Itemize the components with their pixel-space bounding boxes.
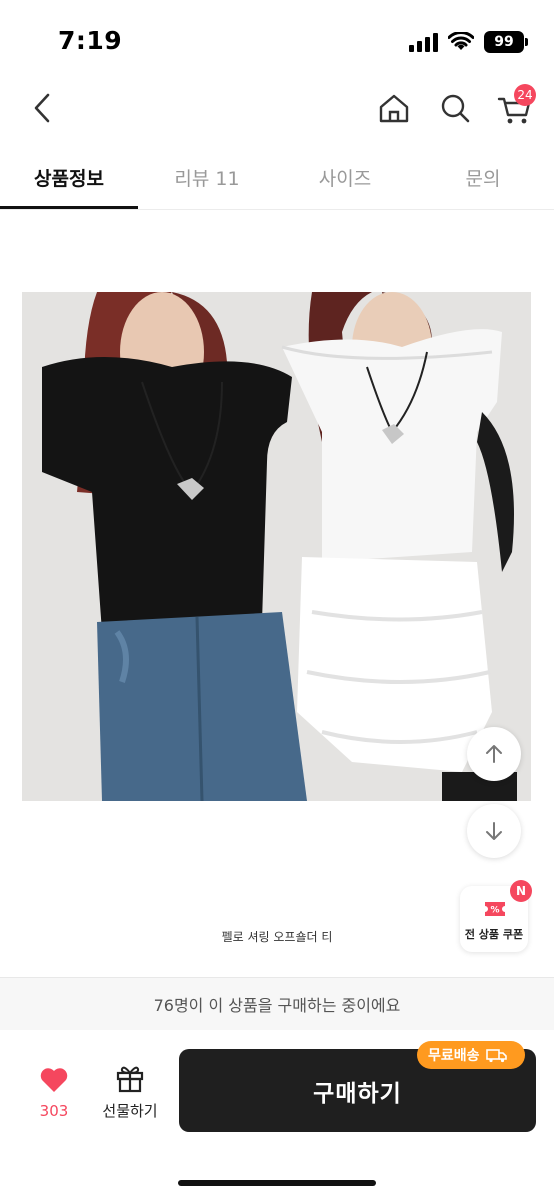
battery-icon: 99 — [484, 31, 528, 53]
gift-icon — [116, 1066, 144, 1093]
like-button[interactable]: 303 — [28, 1064, 80, 1124]
like-count: 303 — [39, 1102, 69, 1120]
home-indicator — [178, 1180, 376, 1186]
free-shipping-badge: 무료배송 — [417, 1041, 525, 1069]
home-icon — [379, 94, 409, 123]
gift-label: 선물하기 — [102, 1102, 158, 1120]
wifi-icon — [448, 32, 474, 50]
tab-product-info[interactable]: 상품정보 — [0, 164, 138, 191]
coupon-new-badge: N — [510, 880, 532, 902]
status-icons: 99 — [409, 31, 528, 53]
arrow-up-icon — [486, 745, 502, 763]
home-button[interactable] — [374, 88, 414, 128]
truck-icon — [485, 1049, 507, 1063]
status-time: 7:19 — [58, 26, 123, 55]
chevron-left-icon — [34, 93, 50, 123]
heart-icon — [40, 1068, 68, 1092]
arrow-down-icon — [486, 822, 502, 840]
buyer-count-banner: 76명이 이 상품을 구매하는 중이에요 — [0, 978, 554, 1030]
gift-button[interactable]: 선물하기 — [96, 1062, 164, 1122]
coupon-icon: % — [485, 902, 505, 916]
tab-bar: 상품정보 리뷰 11 사이즈 문의 — [0, 148, 554, 210]
search-icon — [441, 94, 470, 123]
cellular-signal-icon — [409, 32, 438, 52]
nav-bar — [0, 80, 554, 140]
free-shipping-label: 무료배송 — [428, 1048, 480, 1064]
back-button[interactable] — [24, 88, 60, 128]
scroll-up-button[interactable] — [467, 727, 521, 781]
tab-size[interactable]: 사이즈 — [276, 164, 414, 191]
cart-count-badge: 24 — [514, 84, 536, 106]
active-tab-indicator — [0, 206, 138, 209]
scroll-down-button[interactable] — [467, 804, 521, 858]
tab-inquiry[interactable]: 문의 — [414, 164, 552, 191]
tab-reviews[interactable]: 리뷰 11 — [138, 164, 276, 191]
search-button[interactable] — [436, 88, 476, 128]
product-caption: 펠로 셔링 오프숄더 티 — [221, 930, 333, 944]
product-photo-illustration — [22, 292, 531, 801]
svg-text:%: % — [490, 906, 499, 916]
status-bar: 7:19 99 — [0, 0, 554, 80]
product-image — [22, 292, 531, 801]
